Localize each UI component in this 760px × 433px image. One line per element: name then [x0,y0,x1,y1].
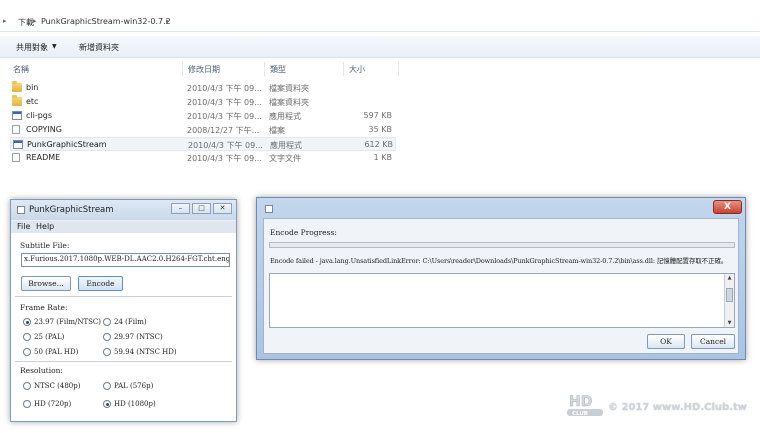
column-size[interactable]: 大小 [349,64,365,75]
separator [15,361,232,362]
chevron-right-icon[interactable]: ▸ [33,17,37,25]
radio-1080p[interactable] [103,400,111,408]
chevron-down-icon[interactable]: ▼ [52,43,57,50]
close-button[interactable]: ✕ [213,203,232,214]
frame-rate-label: Frame Rate: [20,303,68,312]
file-row[interactable]: COPYING 2008/12/27 下午... 檔案 35 KB [10,123,396,137]
chevron-right-icon[interactable]: ▸ [166,17,170,25]
column-headers: 名稱 修改日期 類型 大小 [0,62,400,76]
command-bar: 共用對象 ▼ 新增資料夾 [0,36,760,58]
encode-button[interactable]: Encode [78,276,123,291]
column-date[interactable]: 修改日期 [188,64,220,75]
radio-label: 59.94 (NTSC HD) [114,348,177,356]
separator [15,296,232,297]
encode-progress-bar [269,242,735,248]
breadcrumb-downloads[interactable]: 下載 [18,17,34,28]
radio-2997[interactable] [103,333,111,341]
menu-file[interactable]: File [17,222,30,231]
radio-label: 23.97 (Film/NTSC) [34,318,102,326]
radio-50[interactable] [23,348,31,356]
folder-icon [12,95,22,106]
breadcrumb-folder[interactable]: PunkGraphicStream-win32-0.7.2 [41,17,171,26]
folder-icon [12,81,22,92]
radio-576p[interactable] [103,382,111,390]
column-type[interactable]: 類型 [270,64,286,75]
file-icon [12,153,20,162]
vertical-scrollbar[interactable]: ▲ ▼ [724,274,734,327]
column-divider[interactable] [343,62,344,76]
radio-480p[interactable] [23,382,31,390]
svg-text:HD: HD [569,394,592,410]
encode-progress-label: Encode Progress: [270,228,337,237]
radio-label: HD (1080p) [114,400,156,408]
radio-label: NTSC (480p) [34,382,81,390]
browse-button[interactable]: Browse... [21,276,71,291]
pgs-window: PunkGraphicStream – □ ✕ File Help Subtit… [10,199,237,422]
ok-button[interactable]: OK [647,334,685,349]
file-row[interactable]: etc 2010/4/3 下午 09... 檔案資料夾 [10,95,396,109]
radio-label: 50 (PAL HD) [34,348,79,356]
share-with-button[interactable]: 共用對象 [16,42,48,53]
close-button[interactable]: X [713,200,742,214]
radio-label: 25 (PAL) [34,333,65,341]
radio-25[interactable] [23,333,31,341]
resolution-label: Resolution: [20,366,63,375]
file-icon [12,125,20,134]
pgs-menubar: File Help [11,221,236,233]
minimize-button[interactable]: – [171,203,190,214]
column-name[interactable]: 名稱 [13,64,29,75]
radio-24[interactable] [103,318,111,326]
file-explorer: ▸ 下載 ▸ PunkGraphicStream-win32-0.7.2 ▸ 共… [0,0,760,186]
new-folder-button[interactable]: 新增資料夾 [79,42,119,53]
radio-label: 24 (Film) [114,318,147,326]
java-app-icon [17,206,25,214]
file-row[interactable]: README 2010/4/3 下午 09... 文字文件 1 KB [10,151,396,165]
exe-icon [13,140,23,149]
scroll-up-icon[interactable]: ▲ [726,275,733,281]
maximize-button[interactable]: □ [192,203,211,214]
cancel-button[interactable]: Cancel [691,334,735,349]
radio-720p[interactable] [23,400,31,408]
pgs-titlebar[interactable]: PunkGraphicStream – □ ✕ [11,200,236,220]
error-window-content: Encode Progress: Encode failed - java.la… [263,218,739,354]
menu-help[interactable]: Help [36,222,54,231]
watermark-text: © 2017 www.HD.Club.tw [608,402,747,413]
chevron-left-icon: ▸ [3,17,7,25]
scroll-down-icon[interactable]: ▼ [726,320,733,326]
pgs-body: Subtitle File: x.Furious.2017.1080p.WEB-… [11,233,236,421]
pgs-title: PunkGraphicStream [29,205,114,215]
hdclub-logo-icon: HD CLUB [567,394,603,417]
java-app-icon [265,205,273,213]
column-divider[interactable] [398,62,399,76]
column-divider[interactable] [182,62,183,76]
message-textarea[interactable]: ▲ ▼ [269,273,735,328]
error-message: Encode failed - java.lang.UnsatisfiedLin… [270,257,728,265]
file-row[interactable]: cli-pgs 2010/4/3 下午 09... 應用程式 597 KB [10,109,396,123]
column-divider[interactable] [264,62,265,76]
svg-text:CLUB: CLUB [572,411,588,417]
file-row[interactable]: bin 2010/4/3 下午 09... 檔案資料夾 [10,81,396,95]
scroll-thumb[interactable] [726,288,733,302]
address-bar[interactable]: ▸ 下載 ▸ PunkGraphicStream-win32-0.7.2 ▸ [0,12,760,32]
radio-label: HD (720p) [34,400,72,408]
radio-label: PAL (576p) [114,382,154,390]
subtitle-file-label: Subtitle File: [20,241,70,250]
radio-5994[interactable] [103,348,111,356]
radio-label: 29.97 (NTSC) [114,333,163,341]
radio-2397[interactable] [23,318,31,326]
exe-icon [12,111,22,120]
encode-error-window: X Encode Progress: Encode failed - java.… [256,197,746,360]
subtitle-file-input[interactable]: x.Furious.2017.1080p.WEB-DL.AAC2.0.H264-… [21,253,230,267]
file-row-selected[interactable]: PunkGraphicStream 2010/4/3 下午 09... 應用程式… [10,137,396,151]
